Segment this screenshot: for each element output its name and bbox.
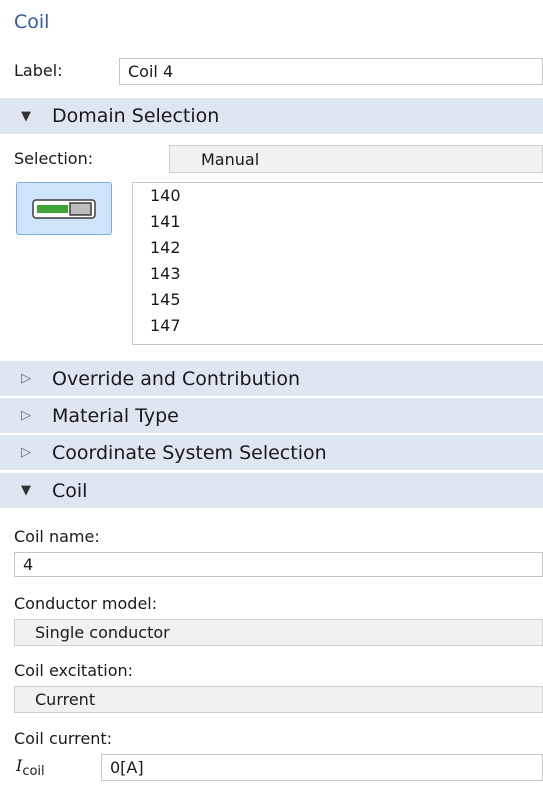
collapsed-triangle-icon: ▷ <box>21 408 31 423</box>
current-symbol-subscript: coil <box>22 764 45 780</box>
label-field-value: Coil 4 <box>128 62 174 81</box>
label-field[interactable]: Coil 4 <box>119 58 543 85</box>
section-material-type[interactable]: ▷ Material Type <box>0 398 543 433</box>
section-override-and-contribution[interactable]: ▷ Override and Contribution <box>0 361 543 396</box>
coil-name-caption: Coil name: <box>14 527 100 546</box>
coil-name-field[interactable]: 4 <box>14 552 543 577</box>
coil-current-field[interactable]: 0[A] <box>101 754 543 781</box>
conductor-model-caption: Conductor model: <box>14 594 158 613</box>
domain-selection-toggle-icon <box>32 198 96 219</box>
coil-name-value: 4 <box>23 555 34 574</box>
section-title: Coordinate System Selection <box>52 441 327 464</box>
list-item[interactable]: 140 <box>133 183 543 209</box>
list-item[interactable]: 141 <box>133 209 543 235</box>
conductor-model-dropdown[interactable]: Single conductor <box>14 619 543 646</box>
label-caption: Label: <box>14 61 63 80</box>
list-item[interactable]: 145 <box>133 287 543 313</box>
section-title: Domain Selection <box>52 105 220 127</box>
coil-current-symbol: Icoil <box>16 756 45 779</box>
conductor-model-value: Single conductor <box>35 623 170 642</box>
selection-dropdown-value: Manual <box>201 149 260 169</box>
expanded-triangle-icon: ▼ <box>21 108 31 124</box>
collapsed-triangle-icon: ▷ <box>21 445 31 460</box>
coil-excitation-value: Current <box>35 690 96 709</box>
expanded-triangle-icon: ▼ <box>21 483 31 498</box>
section-title: Coil <box>52 479 88 502</box>
selection-caption: Selection: <box>14 149 94 168</box>
section-title: Material Type <box>52 404 179 427</box>
coil-current-caption: Coil current: <box>14 729 113 748</box>
coil-current-value: 0[A] <box>110 758 144 777</box>
section-coordinate-system-selection[interactable]: ▷ Coordinate System Selection <box>0 435 543 470</box>
section-domain-selection[interactable]: ▼ Domain Selection <box>0 98 543 134</box>
coil-excitation-dropdown[interactable]: Current <box>14 686 543 713</box>
section-title: Override and Contribution <box>52 367 301 390</box>
list-item[interactable]: 142 <box>133 235 543 261</box>
list-item[interactable]: 147 <box>133 313 543 339</box>
section-coil[interactable]: ▼ Coil <box>0 473 543 508</box>
domain-selection-list[interactable]: 140 141 142 143 145 147 <box>132 182 543 345</box>
panel-title: Coil <box>14 11 50 33</box>
selection-dropdown[interactable]: Manual <box>169 145 543 173</box>
domain-selection-toggle-button[interactable] <box>16 182 112 235</box>
coil-excitation-caption: Coil excitation: <box>14 661 134 680</box>
collapsed-triangle-icon: ▷ <box>21 371 31 386</box>
list-item[interactable]: 143 <box>133 261 543 287</box>
